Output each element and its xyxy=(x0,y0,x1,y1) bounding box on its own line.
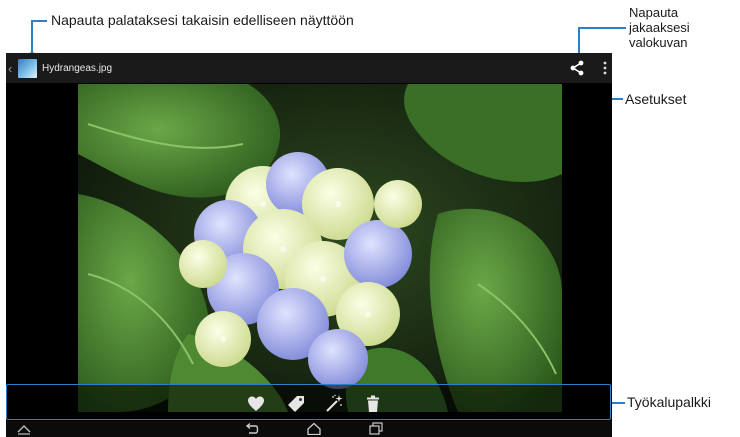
back-icon xyxy=(245,422,259,434)
recent-apps-icon xyxy=(369,422,383,435)
photo-viewer[interactable] xyxy=(78,84,562,412)
hydrangea-photo xyxy=(78,84,562,412)
toolbar-highlight-frame xyxy=(6,384,611,420)
system-navigation-bar xyxy=(6,421,612,437)
more-vertical-icon xyxy=(603,61,607,75)
callout-back: Napauta palataksesi takaisin edelliseen … xyxy=(51,12,354,28)
file-name: Hydrangeas.jpg xyxy=(42,62,113,74)
gallery-thumbnail-icon[interactable] xyxy=(18,58,37,78)
callout-settings: Asetukset xyxy=(625,91,687,107)
top-action-bar: ‹ Hydrangeas.jpg xyxy=(6,53,612,83)
callout-toolbar: Työkalupalkki xyxy=(627,394,712,410)
recent-apps-button[interactable] xyxy=(368,422,384,437)
share-icon xyxy=(570,60,584,76)
callout-share: Napauta jakaaksesi valokuvan xyxy=(629,5,690,50)
callout-share-line3: valokuvan xyxy=(629,35,688,50)
leader-share-horizontal xyxy=(578,27,626,29)
leader-back-vertical xyxy=(31,20,33,56)
chevron-left-icon[interactable]: ‹ xyxy=(8,61,16,76)
hide-bar-icon xyxy=(17,425,31,435)
callout-share-line1: Napauta xyxy=(629,5,679,20)
overflow-menu-button[interactable] xyxy=(602,61,608,75)
hide-bar-button[interactable] xyxy=(16,422,32,437)
leader-back-horizontal xyxy=(31,20,47,22)
tablet-screen: ‹ Hydrangeas.jpg xyxy=(6,53,612,437)
back-button[interactable] xyxy=(244,422,260,437)
share-button[interactable] xyxy=(568,59,586,77)
home-button[interactable] xyxy=(306,422,322,437)
home-icon xyxy=(307,422,321,436)
callout-share-line2: jakaaksesi xyxy=(629,20,690,35)
